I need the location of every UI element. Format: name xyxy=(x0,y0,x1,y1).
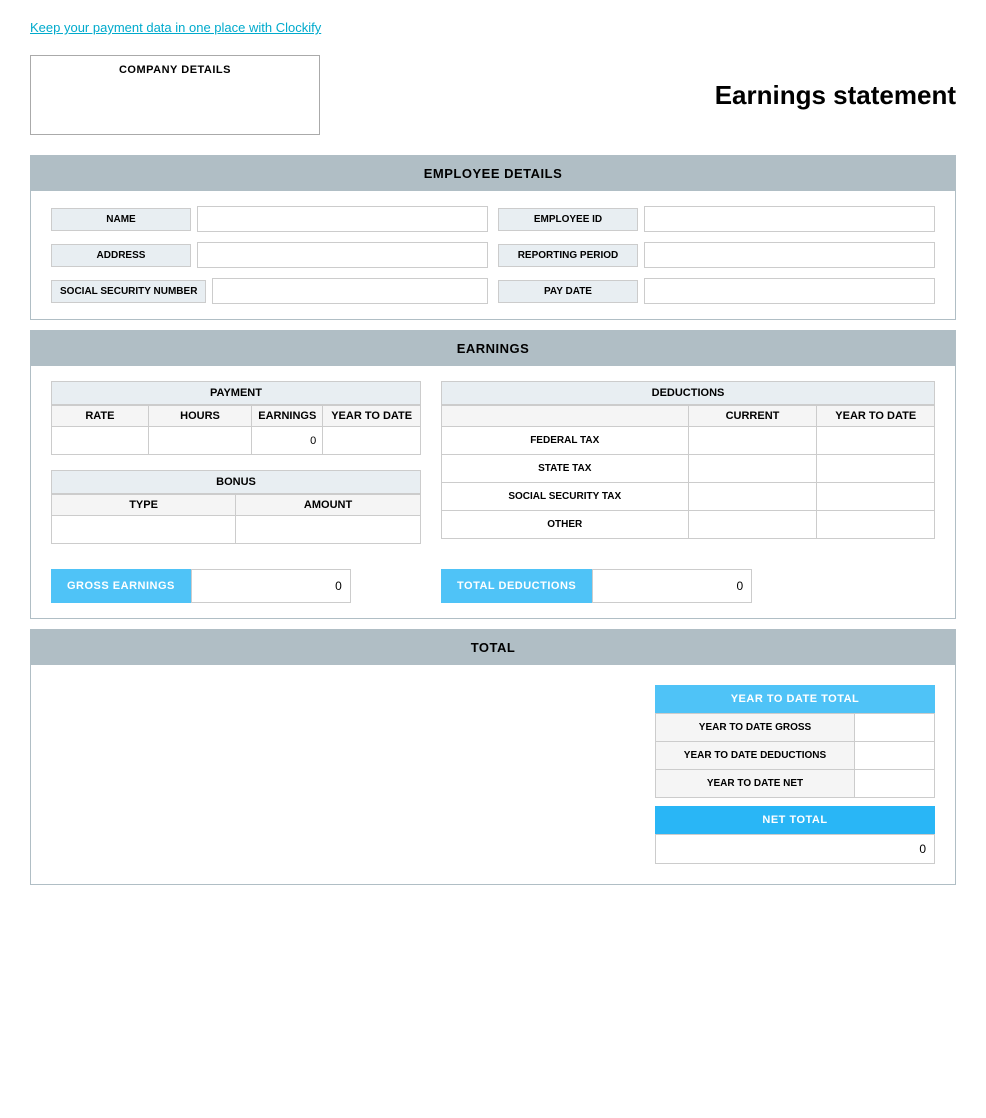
payment-label: PAYMENT xyxy=(51,381,421,405)
pay-date-field-row: PAY DATE xyxy=(498,278,935,304)
bonus-label: BONUS xyxy=(51,470,421,494)
other-ytd[interactable] xyxy=(817,511,935,539)
deduction-row-other: OTHER xyxy=(442,511,935,539)
bonus-section: BONUS TYPE AMOUNT xyxy=(51,470,421,544)
reporting-period-label: REPORTING PERIOD xyxy=(498,244,638,267)
bonus-type-cell[interactable] xyxy=(52,516,236,544)
payment-earnings-cell: 0 xyxy=(252,427,323,455)
ytd-deductions-row: YEAR TO DATE DEDUCTIONS xyxy=(656,742,935,770)
name-label: NAME xyxy=(51,208,191,231)
payment-table: RATE HOURS EARNINGS YEAR TO DATE 0 xyxy=(51,405,421,455)
other-label: OTHER xyxy=(442,511,689,539)
address-input[interactable] xyxy=(197,242,488,268)
reporting-period-input[interactable] xyxy=(644,242,935,268)
deductions-table: CURRENT YEAR TO DATE FEDERAL TAX STATE T… xyxy=(441,405,935,539)
ytd-net-row: YEAR TO DATE NET xyxy=(656,770,935,798)
state-tax-ytd[interactable] xyxy=(817,455,935,483)
state-tax-label: STATE TAX xyxy=(442,455,689,483)
bonus-col-type: TYPE xyxy=(52,495,236,516)
ssn-input[interactable] xyxy=(212,278,488,304)
payment-col-ytd: YEAR TO DATE xyxy=(323,406,421,427)
gross-earnings-label: GROSS EARNINGS xyxy=(51,569,191,603)
state-tax-current[interactable] xyxy=(688,455,817,483)
bonus-table: TYPE AMOUNT xyxy=(51,494,421,544)
deduction-row-ss: SOCIAL SECURITY TAX xyxy=(442,483,935,511)
employee-details-header: EMPLOYEE DETAILS xyxy=(31,156,955,191)
company-details-box: COMPANY DETAILS xyxy=(30,55,320,135)
ytd-deductions-value[interactable] xyxy=(855,742,935,770)
ssn-label: SOCIAL SECURITY NUMBER xyxy=(51,280,206,303)
name-field-row: NAME xyxy=(51,206,488,232)
payment-col-rate: RATE xyxy=(52,406,149,427)
deduction-row-state: STATE TAX xyxy=(442,455,935,483)
deductions-col-name xyxy=(442,406,689,427)
page-container: COMPANY DETAILS Earnings statement EMPLO… xyxy=(0,45,986,925)
pay-date-label: PAY DATE xyxy=(498,280,638,303)
employee-id-label: EMPLOYEE ID xyxy=(498,208,638,231)
ytd-table-wrapper: YEAR TO DATE TOTAL YEAR TO DATE GROSS YE… xyxy=(655,685,935,864)
deductions-label: DEDUCTIONS xyxy=(441,381,935,405)
total-card: TOTAL YEAR TO DATE TOTAL YEAR TO DATE GR… xyxy=(30,629,956,885)
earnings-header: EARNINGS xyxy=(31,331,955,366)
federal-tax-label: FEDERAL TAX xyxy=(442,427,689,455)
other-current[interactable] xyxy=(688,511,817,539)
earnings-card: EARNINGS PAYMENT RATE HOURS EARNINGS YEA… xyxy=(30,330,956,619)
gross-earnings-total: GROSS EARNINGS 0 xyxy=(51,569,421,603)
gross-earnings-value: 0 xyxy=(191,569,351,603)
payment-hours-cell[interactable] xyxy=(148,427,251,455)
reporting-period-field-row: REPORTING PERIOD xyxy=(498,242,935,268)
net-total-header: NET TOTAL xyxy=(655,806,935,834)
ytd-net-label: YEAR TO DATE NET xyxy=(656,770,855,798)
top-link-container: Keep your payment data in one place with… xyxy=(0,0,986,45)
total-deductions-value: 0 xyxy=(592,569,752,603)
header-section: COMPANY DETAILS Earnings statement xyxy=(30,55,956,135)
name-input[interactable] xyxy=(197,206,488,232)
bonus-amount-cell[interactable] xyxy=(236,516,421,544)
left-panel: PAYMENT RATE HOURS EARNINGS YEAR TO DATE xyxy=(51,381,421,544)
total-section-body: YEAR TO DATE TOTAL YEAR TO DATE GROSS YE… xyxy=(31,665,955,884)
total-deductions-block: TOTAL DEDUCTIONS 0 xyxy=(441,569,935,603)
ss-tax-ytd[interactable] xyxy=(817,483,935,511)
gross-earnings-block: GROSS EARNINGS 0 xyxy=(51,569,421,603)
ytd-deductions-label: YEAR TO DATE DEDUCTIONS xyxy=(656,742,855,770)
ss-tax-current[interactable] xyxy=(688,483,817,511)
page-title: Earnings statement xyxy=(715,80,956,111)
payment-rate-cell[interactable] xyxy=(52,427,149,455)
clockify-link[interactable]: Keep your payment data in one place with… xyxy=(30,20,321,35)
address-label: ADDRESS xyxy=(51,244,191,267)
ytd-net-value[interactable] xyxy=(855,770,935,798)
bonus-row xyxy=(52,516,421,544)
employee-details-card: EMPLOYEE DETAILS NAME EMPLOYEE ID ADDRES… xyxy=(30,155,956,320)
federal-tax-current[interactable] xyxy=(688,427,817,455)
payment-ytd-cell[interactable] xyxy=(323,427,421,455)
company-details-label: COMPANY DETAILS xyxy=(119,64,231,76)
net-total-value: 0 xyxy=(655,834,935,864)
deduction-row-federal: FEDERAL TAX xyxy=(442,427,935,455)
total-deductions-label: TOTAL DEDUCTIONS xyxy=(441,569,592,603)
deductions-col-current: CURRENT xyxy=(688,406,817,427)
address-field-row: ADDRESS xyxy=(51,242,488,268)
total-section-header: TOTAL xyxy=(31,630,955,665)
ytd-gross-row: YEAR TO DATE GROSS xyxy=(656,714,935,742)
employee-details-grid: NAME EMPLOYEE ID ADDRESS REPORTING PERIO… xyxy=(31,191,955,319)
employee-id-field-row: EMPLOYEE ID xyxy=(498,206,935,232)
ytd-table: YEAR TO DATE GROSS YEAR TO DATE DEDUCTIO… xyxy=(655,713,935,798)
ss-tax-label: SOCIAL SECURITY TAX xyxy=(442,483,689,511)
ytd-gross-label: YEAR TO DATE GROSS xyxy=(656,714,855,742)
employee-id-input[interactable] xyxy=(644,206,935,232)
payment-col-hours: HOURS xyxy=(148,406,251,427)
federal-tax-ytd[interactable] xyxy=(817,427,935,455)
deductions-col-ytd: YEAR TO DATE xyxy=(817,406,935,427)
totals-row: GROSS EARNINGS 0 TOTAL DEDUCTIONS 0 xyxy=(31,559,955,618)
payment-row: 0 xyxy=(52,427,421,455)
right-panel: DEDUCTIONS CURRENT YEAR TO DATE FEDERAL … xyxy=(441,381,935,544)
payment-col-earnings: EARNINGS xyxy=(252,406,323,427)
earnings-body: PAYMENT RATE HOURS EARNINGS YEAR TO DATE xyxy=(31,366,955,559)
total-deductions-total: TOTAL DEDUCTIONS 0 xyxy=(441,569,935,603)
pay-date-input[interactable] xyxy=(644,278,935,304)
ssn-field-row: SOCIAL SECURITY NUMBER xyxy=(51,278,488,304)
bonus-col-amount: AMOUNT xyxy=(236,495,421,516)
ytd-gross-value[interactable] xyxy=(855,714,935,742)
ytd-total-header: YEAR TO DATE TOTAL xyxy=(655,685,935,713)
